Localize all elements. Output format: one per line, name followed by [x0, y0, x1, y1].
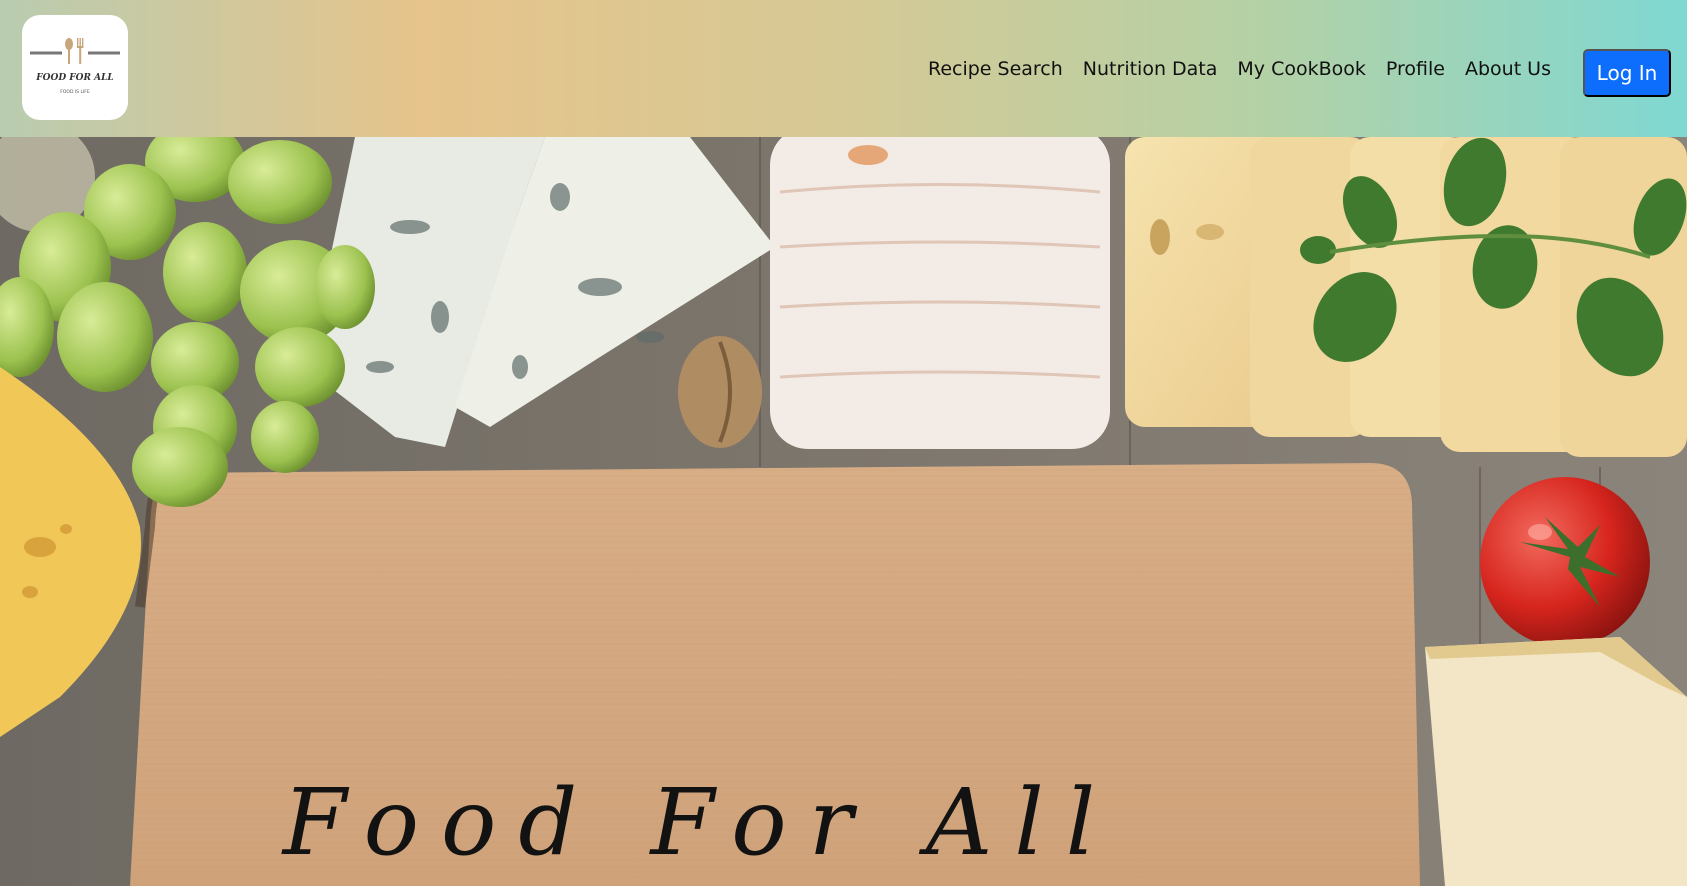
fork-spoon-icon: FOOD FOR ALL FOOD IS LIFE	[30, 38, 120, 95]
login-button[interactable]: Log In	[1583, 49, 1671, 97]
logo-title: FOOD FOR ALL	[35, 73, 114, 83]
nav-my-cookbook[interactable]: My CookBook	[1227, 58, 1375, 80]
hero-banner: Food For All	[0, 137, 1687, 886]
brand-logo[interactable]: FOOD FOR ALL FOOD IS LIFE	[22, 15, 128, 120]
navbar: FOOD FOR ALL FOOD IS LIFE Recipe Search …	[0, 0, 1687, 137]
nav-recipe-search[interactable]: Recipe Search	[918, 58, 1073, 80]
logo-tagline: FOOD IS LIFE	[60, 89, 90, 95]
nav-profile[interactable]: Profile	[1376, 58, 1455, 80]
nav-nutrition-data[interactable]: Nutrition Data	[1073, 58, 1228, 80]
nav-about-us[interactable]: About Us	[1455, 58, 1561, 80]
main-nav: Recipe Search Nutrition Data My CookBook…	[918, 52, 1561, 86]
hero-title: Food For All	[282, 769, 1118, 876]
